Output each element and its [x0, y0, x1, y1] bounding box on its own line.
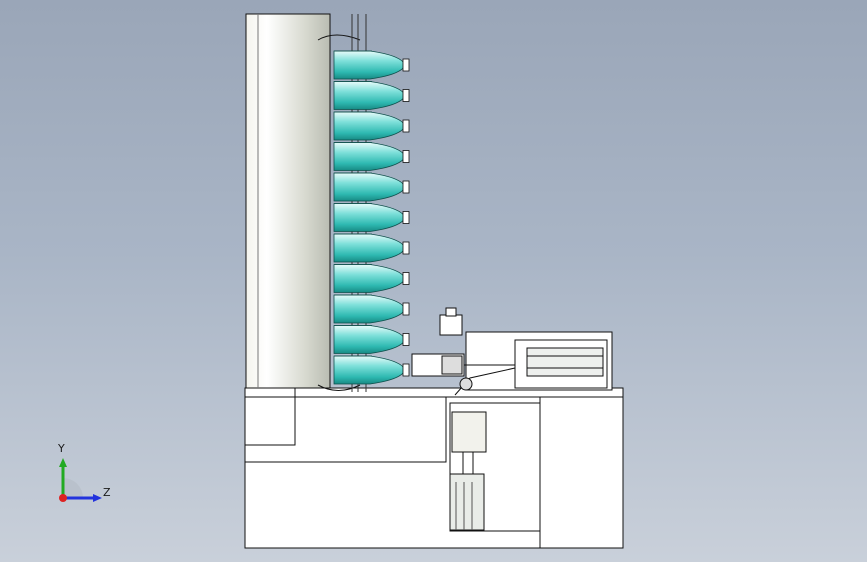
axis-triad: Y Z [50, 440, 120, 510]
cad-model-view[interactable] [0, 0, 867, 562]
roller-tip [402, 180, 410, 194]
roller-tip [402, 241, 410, 255]
roller-tip [402, 363, 410, 377]
roller-tip [402, 89, 410, 102]
roller [333, 294, 405, 324]
roller [333, 233, 405, 263]
actuator-frame [411, 307, 613, 396]
base-right-block [539, 396, 624, 549]
roller [333, 50, 405, 80]
roller-tip [402, 333, 410, 346]
top-sensor-block [439, 314, 463, 336]
roller-tip [402, 119, 410, 133]
roller-tip [402, 211, 410, 224]
roller-tip [402, 302, 410, 316]
z-axis-label: Z [103, 486, 111, 499]
pivot-joint [459, 377, 473, 391]
pneumatic-cylinder [526, 347, 604, 377]
drum-body [245, 13, 331, 389]
roller [333, 355, 405, 385]
roller-tip [402, 272, 410, 285]
roller-stack [333, 50, 410, 385]
roller-tip [402, 58, 410, 72]
roller [333, 142, 405, 171]
roller [333, 264, 405, 293]
y-axis-label: Y [58, 442, 65, 455]
roller [333, 111, 405, 141]
x-axis-dot [59, 494, 67, 502]
roller [333, 203, 405, 232]
machine-base [244, 387, 624, 549]
roller [333, 172, 405, 202]
roller-tip [402, 150, 410, 163]
roller [333, 325, 405, 354]
cad-viewport[interactable]: Y Z [0, 0, 867, 562]
roller [333, 81, 405, 110]
